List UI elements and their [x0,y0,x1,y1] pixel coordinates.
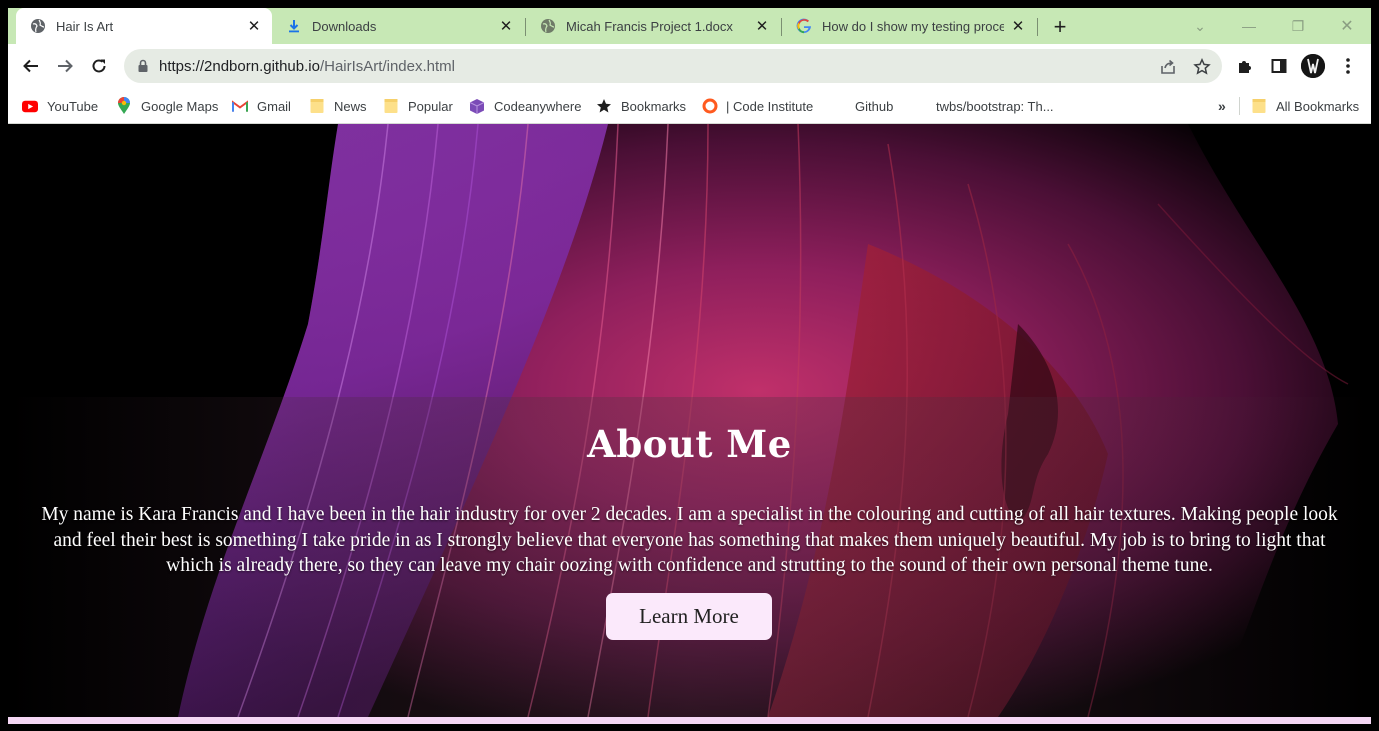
reload-icon[interactable] [87,54,111,78]
learn-more-button[interactable]: Learn More [606,593,772,640]
footer-strip [8,717,1371,724]
tab-hair-is-art[interactable]: Hair Is Art ✕ [16,8,272,44]
tab-title: How do I show my testing proce [822,18,1004,34]
tab-downloads[interactable]: Downloads ✕ [272,8,524,44]
google-icon [796,18,812,34]
hero-section: About Me My name is Kara Francis and I h… [8,124,1371,717]
bookmark-gmail[interactable]: Gmail [232,88,291,124]
close-tab-icon[interactable]: ✕ [754,18,770,35]
forward-icon[interactable] [53,54,77,78]
url-host: https://2ndborn.github.io [159,58,320,75]
bookmark-twbs-bootstrap[interactable]: twbs/bootstrap: Th... [911,88,1054,124]
bookmark-news[interactable]: News [309,88,367,124]
bookmark-github[interactable]: Github [830,88,893,124]
cube-icon [469,98,485,114]
menu-icon[interactable] [1336,54,1360,78]
globe-icon [30,18,46,34]
bookmark-label: YouTube [47,98,99,114]
youtube-icon [22,98,38,114]
bookmark-label: twbs/bootstrap: Th... [936,98,1054,114]
minimize-icon[interactable]: — [1237,14,1261,38]
close-tab-icon[interactable]: ✕ [498,18,514,35]
tab-title: Micah Francis Project 1.docx [566,18,733,34]
bookmark-label: Github [855,98,894,114]
bookmark-label: Gmail [257,98,291,114]
close-tab-icon[interactable]: ✕ [1010,18,1026,35]
ring-icon [702,98,718,114]
restore-icon[interactable]: ❐ [1286,14,1310,38]
new-tab-button[interactable]: + [1048,14,1072,39]
folder-icon [1251,98,1267,114]
profile-avatar[interactable] [1301,54,1325,78]
page-title: About Me [587,422,792,466]
close-tab-icon[interactable]: ✕ [246,18,262,35]
side-panel-icon[interactable] [1267,54,1291,78]
bookmarks-overflow-chevron-icon[interactable]: » [1218,88,1226,124]
avatar [1301,54,1325,78]
tab-title: Downloads [312,18,377,34]
bookmark-label: | Code Institute [726,98,814,114]
browser-window: Hair Is Art ✕ Downloads ✕ Micah Francis … [8,8,1371,731]
blank-favicon-icon [911,98,927,114]
blank-favicon-icon [830,98,846,114]
tab-micah-francis-project[interactable]: Micah Francis Project 1.docx ✕ [526,8,780,44]
tab-strip: Hair Is Art ✕ Downloads ✕ Micah Francis … [8,8,1371,44]
about-paragraph: My name is Kara Francis and I have been … [41,504,1338,576]
bookmark-google-maps[interactable]: Google Maps [116,88,218,124]
extensions-icon[interactable] [1233,54,1257,78]
page-content: About Me My name is Kara Francis and I h… [8,124,1371,731]
bookmark-label: Bookmarks [621,98,687,114]
all-bookmarks-label: All Bookmarks [1276,98,1360,114]
address-bar[interactable]: https://2ndborn.github.io/HairIsArt/inde… [124,49,1222,83]
bookmark-youtube[interactable]: YouTube [22,88,98,124]
folder-icon [309,98,325,114]
url-path: /HairIsArt/index.html [319,58,455,75]
folder-icon [383,98,399,114]
bookmark-star-icon[interactable] [1192,57,1212,77]
tab-how-do-i-show-testing[interactable]: How do I show my testing proce ✕ [782,8,1036,44]
maps-pin-icon [116,97,132,114]
bookmark-bookmarks[interactable]: Bookmarks [596,88,686,124]
bookmark-popular[interactable]: Popular [383,88,453,124]
all-bookmarks-button[interactable]: All Bookmarks [1251,88,1359,124]
browser-toolbar: https://2ndborn.github.io/HairIsArt/inde… [8,44,1371,88]
tab-title: Hair Is Art [56,18,114,34]
gmail-icon [232,98,248,114]
bookmark-codeanywhere[interactable]: Codeanywhere [469,88,581,124]
tab-search-icon[interactable]: ⌄ [1188,14,1212,38]
bookmark-label: Codeanywhere [494,98,582,114]
bookmark-label: Google Maps [141,98,219,114]
back-icon[interactable] [19,54,43,78]
globe-icon [540,18,556,34]
share-icon[interactable] [1158,57,1178,77]
bookmarks-separator [1239,97,1240,115]
bookmarks-bar: YouTube Google Maps Gmail News Popular C… [8,88,1371,124]
close-window-icon[interactable]: ✕ [1335,14,1359,38]
url-text: https://2ndborn.github.io/HairIsArt/inde… [159,58,455,75]
bookmark-label: Popular [408,98,453,114]
download-icon [286,18,302,34]
tab-separator [1037,18,1038,36]
bookmark-code-institute[interactable]: | Code Institute [702,88,813,124]
bookmark-label: News [334,98,367,114]
lock-icon[interactable] [136,58,150,79]
star-icon [596,98,612,114]
